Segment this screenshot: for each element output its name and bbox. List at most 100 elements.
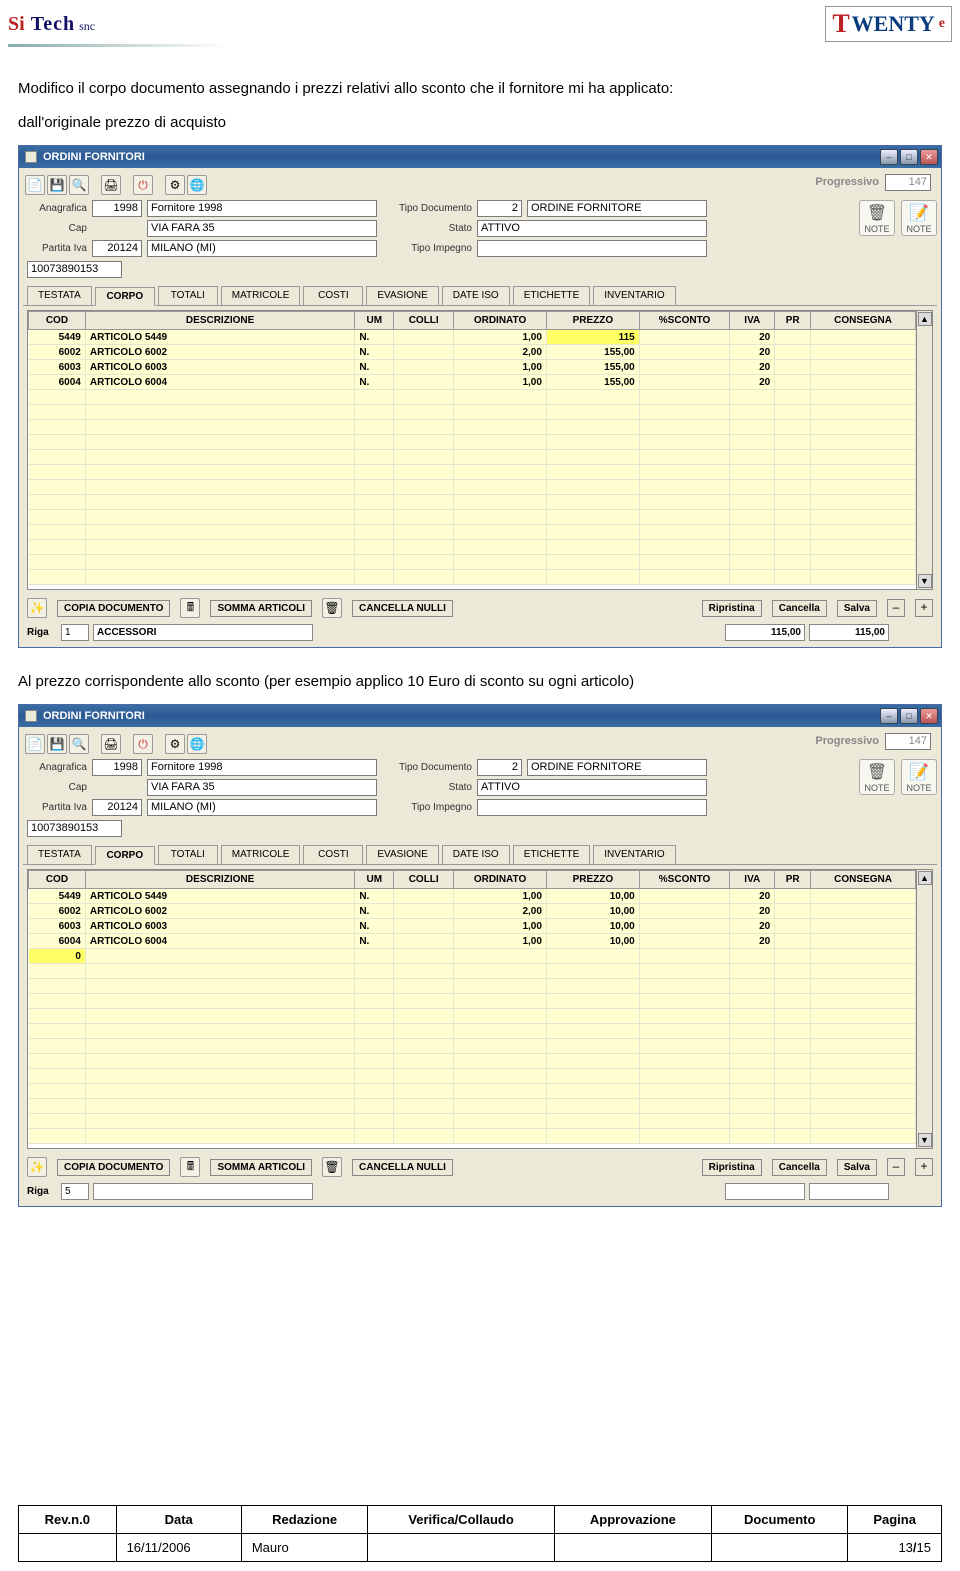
plus-button[interactable]: + — [915, 1158, 933, 1176]
table-row[interactable] — [29, 1024, 916, 1039]
grid-header[interactable]: PREZZO — [546, 871, 639, 889]
table-row[interactable]: 5449ARTICOLO 5449N.1,0011520 — [29, 330, 916, 345]
tipo-impegno-field[interactable] — [477, 240, 707, 257]
grid-header[interactable]: COD — [29, 871, 86, 889]
copia-documento-button[interactable]: COPIA DOCUMENTO — [57, 1159, 170, 1176]
piva-field[interactable]: 10073890153 — [27, 261, 122, 278]
toolbar-icon[interactable]: ⚙ — [165, 175, 185, 195]
table-row[interactable] — [29, 570, 916, 585]
table-row[interactable]: 6002ARTICOLO 6002N.2,00155,0020 — [29, 345, 916, 360]
minimize-button[interactable]: – — [880, 708, 898, 724]
tab-matricole[interactable]: MATRICOLE — [221, 286, 301, 305]
tab-totali[interactable]: TOTALI — [158, 845, 218, 864]
grid-header[interactable]: PR — [775, 312, 811, 330]
calc-icon[interactable]: 🖩 — [180, 1157, 200, 1177]
table-row[interactable] — [29, 390, 916, 405]
tipo-doc-code[interactable]: 2 — [477, 759, 522, 776]
grid-header[interactable]: PREZZO — [546, 312, 639, 330]
maximize-button[interactable]: □ — [900, 149, 918, 165]
somma-articoli-button[interactable]: SOMMA ARTICOLI — [210, 600, 312, 617]
tab-costi[interactable]: COSTI — [303, 286, 363, 305]
cancella-button[interactable]: Cancella — [772, 600, 827, 617]
plus-button[interactable]: + — [915, 599, 933, 617]
table-row[interactable] — [29, 465, 916, 480]
grid-header[interactable]: COD — [29, 312, 86, 330]
tab-date iso[interactable]: DATE ISO — [442, 286, 510, 305]
minus-button[interactable]: – — [887, 1158, 905, 1176]
citta-field[interactable]: MILANO (MI) — [147, 240, 377, 257]
toolbar-icon[interactable]: 📄 — [25, 175, 45, 195]
table-row[interactable] — [29, 480, 916, 495]
toolbar-icon[interactable]: 🌐 — [187, 734, 207, 754]
table-row[interactable] — [29, 1114, 916, 1129]
tab-inventario[interactable]: INVENTARIO — [593, 845, 675, 864]
toolbar-icon[interactable]: 🖨 — [101, 175, 121, 195]
grid-header[interactable]: IVA — [730, 871, 775, 889]
grid-table[interactable]: CODDESCRIZIONEUMCOLLIORDINATOPREZZO%SCON… — [28, 311, 916, 585]
table-row[interactable]: 6003ARTICOLO 6003N.1,0010,0020 — [29, 919, 916, 934]
somma-articoli-button[interactable]: SOMMA ARTICOLI — [210, 1159, 312, 1176]
table-row[interactable] — [29, 994, 916, 1009]
toolbar-icon[interactable]: 💾 — [47, 734, 67, 754]
cancella-button[interactable]: Cancella — [772, 1159, 827, 1176]
wand-icon[interactable]: ✨ — [27, 598, 47, 618]
table-row[interactable]: 6004ARTICOLO 6004N.1,0010,0020 — [29, 934, 916, 949]
close-button[interactable]: ✕ — [920, 149, 938, 165]
cancella-nulli-button[interactable]: CANCELLA NULLI — [352, 600, 453, 617]
table-row[interactable]: 6002ARTICOLO 6002N.2,0010,0020 — [29, 904, 916, 919]
titlebar[interactable]: ORDINI FORNITORI – □ ✕ — [19, 705, 941, 727]
grid-header[interactable]: PR — [775, 871, 811, 889]
exit-icon[interactable]: ⏻ — [133, 734, 153, 754]
grid-header[interactable]: COLLI — [394, 312, 454, 330]
grid-header[interactable]: UM — [355, 871, 394, 889]
table-row[interactable] — [29, 555, 916, 570]
tab-testata[interactable]: TESTATA — [27, 286, 92, 305]
anagrafica-code[interactable]: 1998 — [92, 200, 142, 217]
tab-testata[interactable]: TESTATA — [27, 845, 92, 864]
tab-date iso[interactable]: DATE ISO — [442, 845, 510, 864]
tab-matricole[interactable]: MATRICOLE — [221, 845, 301, 864]
delete-icon[interactable]: 🗑 — [322, 598, 342, 618]
exit-icon[interactable]: ⏻ — [133, 175, 153, 195]
table-row[interactable]: 0 — [29, 949, 916, 964]
via-field[interactable]: VIA FARA 35 — [147, 220, 377, 237]
tipo-impegno-field[interactable] — [477, 799, 707, 816]
tab-evasione[interactable]: EVASIONE — [366, 845, 438, 864]
delete-icon[interactable]: 🗑 — [322, 1157, 342, 1177]
table-row[interactable]: 5449ARTICOLO 5449N.1,0010,0020 — [29, 889, 916, 904]
tab-inventario[interactable]: INVENTARIO — [593, 286, 675, 305]
anagrafica-code[interactable]: 1998 — [92, 759, 142, 776]
toolbar-icon[interactable]: 🌐 — [187, 175, 207, 195]
scroll-up-icon[interactable]: ▲ — [918, 312, 932, 326]
table-row[interactable] — [29, 1009, 916, 1024]
copia-documento-button[interactable]: COPIA DOCUMENTO — [57, 600, 170, 617]
note-trash-icon[interactable]: 🗑NOTE — [859, 759, 895, 795]
grid-header[interactable]: IVA — [730, 312, 775, 330]
close-button[interactable]: ✕ — [920, 708, 938, 724]
ripristina-button[interactable]: Ripristina — [702, 1159, 762, 1176]
tab-corpo[interactable]: CORPO — [95, 287, 155, 306]
scroll-up-icon[interactable]: ▲ — [918, 871, 932, 885]
toolbar-icon[interactable]: ⚙ — [165, 734, 185, 754]
grid-header[interactable]: DESCRIZIONE — [85, 871, 354, 889]
titlebar[interactable]: ORDINI FORNITORI – □ ✕ — [19, 146, 941, 168]
table-row[interactable]: 6004ARTICOLO 6004N.1,00155,0020 — [29, 375, 916, 390]
grid-header[interactable]: CONSEGNA — [811, 312, 916, 330]
scroll-down-icon[interactable]: ▼ — [918, 1133, 932, 1147]
table-row[interactable] — [29, 420, 916, 435]
cap-field[interactable]: 20124 — [92, 799, 142, 816]
via-field[interactable]: VIA FARA 35 — [147, 779, 377, 796]
tab-etichette[interactable]: ETICHETTE — [513, 845, 591, 864]
scrollbar[interactable]: ▲ ▼ — [916, 870, 932, 1148]
salva-button[interactable]: Salva — [837, 1159, 877, 1176]
grid-header[interactable]: COLLI — [394, 871, 454, 889]
table-row[interactable] — [29, 540, 916, 555]
minus-button[interactable]: – — [887, 599, 905, 617]
note-icon[interactable]: 📝NOTE — [901, 200, 937, 236]
grid-header[interactable]: DESCRIZIONE — [85, 312, 354, 330]
tab-etichette[interactable]: ETICHETTE — [513, 286, 591, 305]
tab-costi[interactable]: COSTI — [303, 845, 363, 864]
citta-field[interactable]: MILANO (MI) — [147, 799, 377, 816]
grid-header[interactable]: %SCONTO — [639, 871, 730, 889]
cap-field[interactable]: 20124 — [92, 240, 142, 257]
